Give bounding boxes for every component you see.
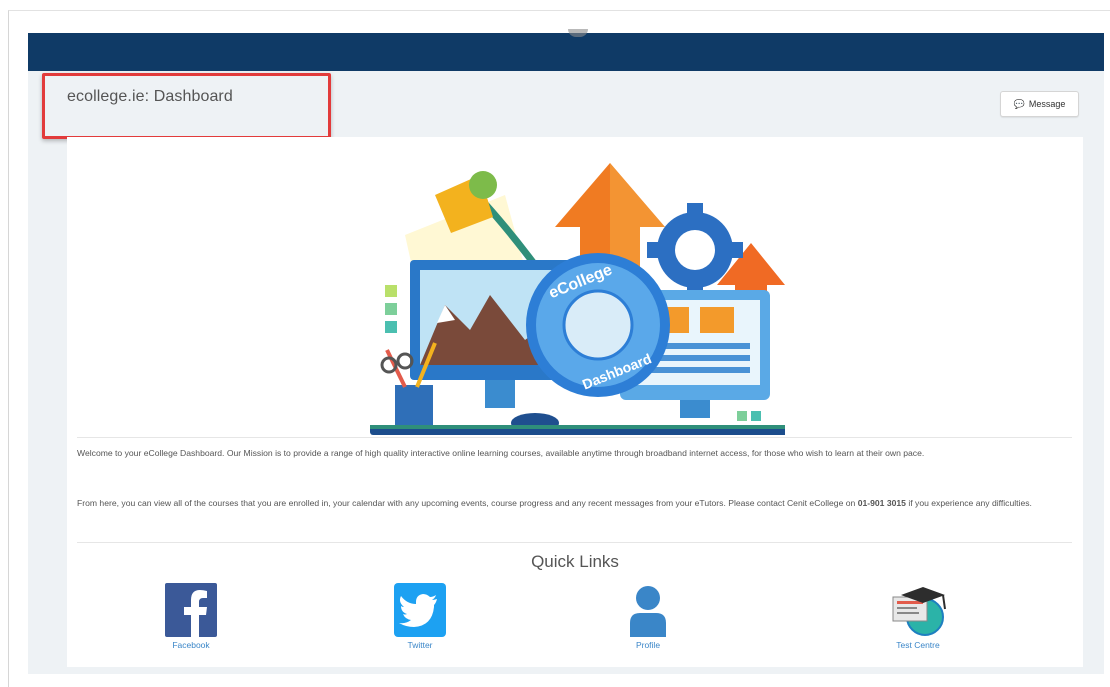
speech-bubble-icon: 💬 bbox=[1013, 98, 1025, 109]
quick-link-test-centre[interactable]: Test Centre bbox=[873, 583, 963, 650]
dashboard-card: eCollege Dashboard Welcome to your eColl… bbox=[67, 137, 1083, 667]
twitter-icon bbox=[394, 583, 446, 637]
quick-link-facebook[interactable]: Facebook bbox=[146, 583, 236, 650]
twitter-label: Twitter bbox=[407, 640, 433, 650]
divider-top bbox=[77, 437, 1072, 438]
contact-text-start: From here, you can view all of the cours… bbox=[77, 498, 858, 508]
title-highlight-box bbox=[42, 73, 331, 139]
top-navigation-bar bbox=[28, 33, 1104, 71]
page-title: ecollege.ie: Dashboard bbox=[67, 88, 233, 105]
test-centre-label: Test Centre bbox=[896, 640, 940, 650]
quick-link-twitter[interactable]: Twitter bbox=[375, 583, 465, 650]
quick-links-title: Quick Links bbox=[531, 552, 619, 571]
message-button[interactable]: 💬 Message bbox=[1000, 91, 1079, 117]
welcome-paragraph: Welcome to your eCollege Dashboard. Our … bbox=[77, 448, 925, 458]
quick-link-profile[interactable]: Profile bbox=[603, 583, 693, 650]
profile-label: Profile bbox=[635, 640, 661, 650]
message-button-label: Message bbox=[1028, 99, 1066, 109]
contact-phone: 01-901 3015 bbox=[857, 498, 906, 508]
contact-text-end: if you experience any difficulties. bbox=[905, 498, 1032, 508]
test-centre-icon bbox=[892, 587, 946, 636]
facebook-icon bbox=[165, 583, 217, 637]
dashboard-hero-illustration: eCollege Dashboard bbox=[370, 163, 785, 435]
facebook-label: Facebook bbox=[172, 640, 210, 650]
profile-icon bbox=[630, 586, 666, 637]
divider-bottom bbox=[77, 542, 1072, 543]
contact-paragraph: From here, you can view all of the cours… bbox=[77, 495, 1075, 511]
